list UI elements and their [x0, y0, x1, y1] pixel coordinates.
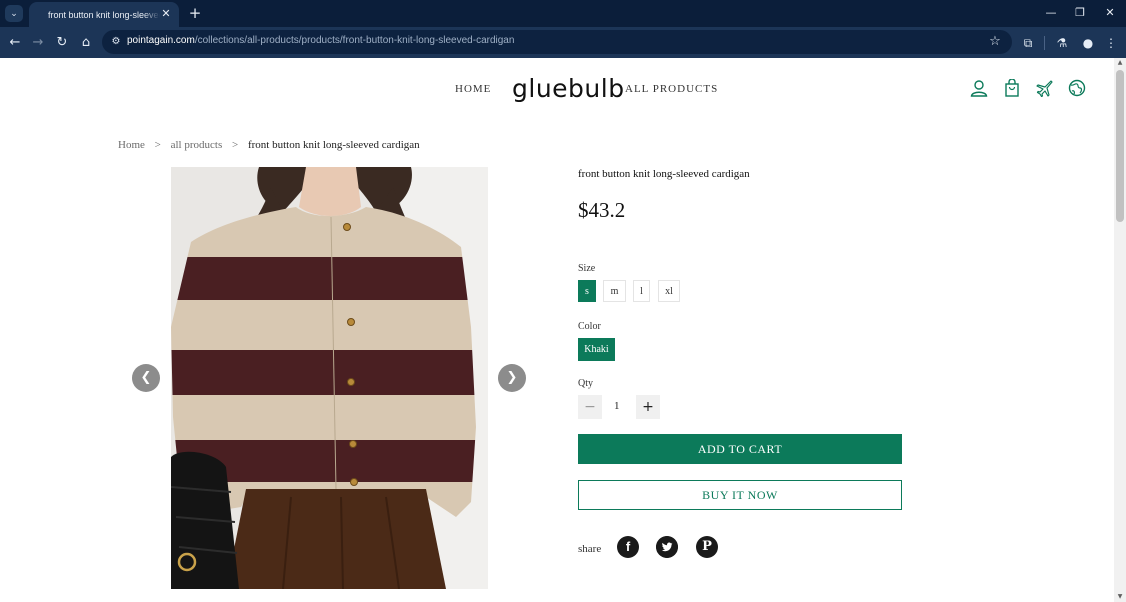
back-arrow-icon[interactable]: ← [5, 33, 25, 53]
qty-input[interactable]: 1 [614, 400, 620, 412]
size-label: Size [578, 263, 596, 274]
breadcrumb: Home > all products > front button knit … [118, 139, 420, 151]
size-option-xl[interactable]: xl [658, 280, 680, 302]
url-text: pointagain.com/collections/all-products/… [127, 35, 515, 46]
breadcrumb-collection-link[interactable]: all products [171, 139, 223, 151]
product-title: front button knit long-sleeved cardigan [578, 168, 750, 180]
twitter-icon[interactable] [656, 536, 678, 558]
bag-icon[interactable] [1003, 79, 1021, 97]
browser-menu-icon[interactable]: ⋮ [1101, 33, 1121, 53]
breadcrumb-separator: > [154, 139, 161, 151]
size-option-s[interactable]: s [578, 280, 596, 302]
user-icon[interactable] [970, 79, 988, 97]
nav-all-products-link[interactable]: ALL PRODUCTS [625, 83, 718, 95]
scroll-thumb[interactable] [1116, 70, 1124, 222]
browser-tab[interactable]: front button knit long-sleeved cardigan … [29, 2, 179, 27]
restore-icon[interactable]: ❐ [1066, 4, 1094, 22]
carousel-prev-chevron-icon[interactable]: ❮ [132, 364, 160, 392]
profile-icon[interactable]: ● [1078, 33, 1098, 53]
extensions-puzzle-icon[interactable]: ⧉ [1018, 33, 1038, 53]
globe-icon[interactable] [1068, 79, 1086, 97]
qty-minus-icon[interactable]: − [578, 395, 602, 419]
plane-icon[interactable] [1035, 79, 1053, 97]
breadcrumb-home-link[interactable]: Home [118, 139, 145, 151]
size-option-l[interactable]: l [633, 280, 650, 302]
facebook-icon[interactable]: f [617, 536, 639, 558]
bookmark-star-icon[interactable]: ☆ [986, 33, 1004, 51]
address-bar[interactable]: ⚙ pointagain.com/collections/all-product… [102, 30, 1012, 54]
carousel-next-chevron-icon[interactable]: ❯ [498, 364, 526, 392]
labs-flask-icon[interactable]: ⚗ [1052, 33, 1072, 53]
product-price: $43.2 [578, 198, 626, 222]
site-info-icon[interactable]: ⚙ [108, 34, 124, 50]
qty-label: Qty [578, 378, 593, 389]
new-tab-plus-icon[interactable]: + [186, 4, 204, 22]
breadcrumb-current: front button knit long-sleeved cardigan [247, 139, 420, 151]
home-icon[interactable]: ⌂ [76, 33, 96, 53]
page-scrollbar[interactable]: ▲ ▼ [1114, 58, 1126, 602]
breadcrumb-separator: > [232, 139, 239, 151]
color-option-khaki[interactable]: Khaki [578, 338, 615, 361]
browser-tab-bar: ⌄ front button knit long-sleeved cardiga… [0, 0, 1126, 27]
buy-now-button[interactable]: BUY IT NOW [578, 480, 902, 510]
tab-close-icon[interactable]: ✕ [159, 7, 173, 21]
tab-search-chevron-icon[interactable]: ⌄ [5, 5, 23, 22]
reload-icon[interactable]: ↻ [52, 33, 72, 53]
pinterest-icon[interactable]: P [696, 536, 718, 558]
product-image [171, 167, 488, 589]
tab-title: front button knit long-sleeved cardigan [48, 9, 160, 20]
scroll-down-arrow-icon[interactable]: ▼ [1114, 592, 1126, 602]
color-label: Color [578, 321, 601, 332]
site-logo[interactable]: gluebulb [512, 74, 625, 103]
size-option-m[interactable]: m [603, 280, 626, 302]
toolbar-divider [1044, 36, 1045, 50]
qty-plus-icon[interactable]: + [636, 395, 660, 419]
minimize-icon[interactable]: — [1037, 4, 1065, 22]
share-label: share [578, 543, 602, 555]
window-close-icon[interactable]: ✕ [1096, 4, 1124, 22]
browser-toolbar: ← → ↻ ⌂ ⚙ pointagain.com/collections/all… [0, 27, 1126, 58]
add-to-cart-button[interactable]: ADD TO CART [578, 434, 902, 464]
forward-arrow-icon[interactable]: → [28, 33, 48, 53]
scroll-up-arrow-icon[interactable]: ▲ [1114, 58, 1126, 68]
nav-home-link[interactable]: HOME [455, 83, 491, 95]
